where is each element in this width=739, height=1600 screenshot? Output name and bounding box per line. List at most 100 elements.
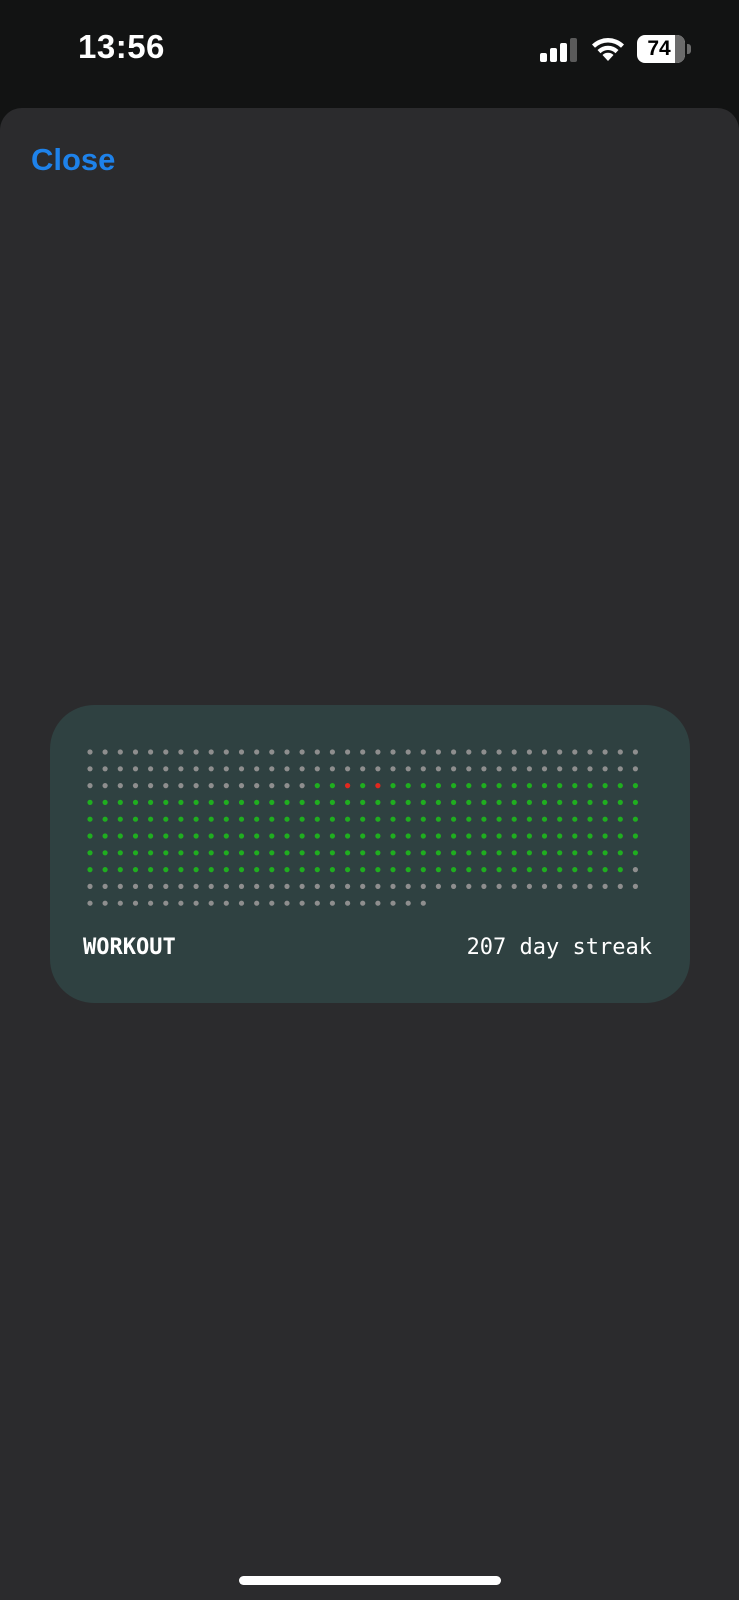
day-dot-inactive xyxy=(526,766,532,772)
day-dot-inactive xyxy=(481,749,487,755)
day-dot-inactive xyxy=(193,766,199,772)
day-dot-done xyxy=(102,833,108,839)
day-dot-done xyxy=(102,867,108,873)
day-dot-done xyxy=(269,799,275,805)
day-dot-inactive xyxy=(254,766,260,772)
day-dot-done xyxy=(587,783,593,789)
day-dot-inactive xyxy=(102,766,108,772)
day-dot-inactive xyxy=(466,766,472,772)
day-dot-done xyxy=(435,850,441,856)
day-dot-done xyxy=(390,799,396,805)
day-dot-done xyxy=(117,833,123,839)
day-dot-inactive xyxy=(102,900,108,906)
day-dot-done xyxy=(496,799,502,805)
day-dot-done xyxy=(526,799,532,805)
day-dot-done xyxy=(148,867,154,873)
day-dot-done xyxy=(269,833,275,839)
day-dot-inactive xyxy=(572,749,578,755)
day-dot-inactive xyxy=(132,783,139,789)
day-dot-done xyxy=(178,833,184,839)
day-dot-inactive xyxy=(284,900,290,906)
day-dot-done xyxy=(557,850,563,856)
day-dot-done xyxy=(178,799,184,805)
day-dot-done xyxy=(632,850,639,856)
day-dot-done xyxy=(405,867,411,873)
day-dot-done xyxy=(102,816,108,822)
day-dot-inactive xyxy=(541,883,548,889)
day-dot-done xyxy=(511,867,517,873)
day-dot-done xyxy=(329,867,335,873)
day-dot-done xyxy=(299,867,305,873)
day-dot-done xyxy=(360,833,366,839)
day-dot-done xyxy=(345,816,351,822)
day-dot-inactive xyxy=(345,766,351,772)
day-dot-done xyxy=(254,850,260,856)
day-dot-inactive xyxy=(193,883,199,889)
day-dot-inactive xyxy=(390,749,396,755)
day-dot-inactive xyxy=(345,749,351,755)
day-dot-done xyxy=(148,799,154,805)
day-dot-done xyxy=(163,850,169,856)
day-dot-done xyxy=(557,833,563,839)
day-dot-done xyxy=(451,783,457,789)
day-dot-inactive xyxy=(557,766,563,772)
day-dot-inactive xyxy=(329,900,335,906)
day-dot-inactive xyxy=(193,783,199,789)
workout-widget-card[interactable]: WORKOUT 207 day streak xyxy=(50,705,690,1003)
battery-body: 74 xyxy=(637,35,685,63)
day-dot-done xyxy=(632,833,639,839)
day-dot-done xyxy=(451,867,457,873)
day-dot-done xyxy=(345,850,351,856)
day-dot-done xyxy=(314,833,320,839)
day-dot-done xyxy=(481,783,487,789)
day-dot-done xyxy=(284,816,290,822)
day-dot-inactive xyxy=(163,766,169,772)
day-dot-done xyxy=(511,783,517,789)
day-dot-done xyxy=(208,816,214,822)
day-dot-done xyxy=(117,816,123,822)
day-dot-inactive xyxy=(238,900,245,906)
day-dot-done xyxy=(87,867,93,873)
day-dot-done xyxy=(526,816,532,822)
day-dot-done xyxy=(148,833,154,839)
day-dot-done xyxy=(541,850,548,856)
day-dot-inactive xyxy=(572,883,578,889)
modal-sheet: Close WORKOUT 207 day streak xyxy=(0,108,739,1600)
day-dot-inactive xyxy=(178,883,184,889)
day-dot-done xyxy=(375,833,381,839)
day-dot-inactive xyxy=(148,883,154,889)
day-dot-inactive xyxy=(238,783,245,789)
day-dot-done xyxy=(466,783,472,789)
day-dot-done xyxy=(132,850,139,856)
day-dot-done xyxy=(496,833,502,839)
day-dot-inactive xyxy=(420,883,426,889)
day-dot-done xyxy=(435,783,441,789)
day-dot-done xyxy=(390,850,396,856)
day-dot-done xyxy=(541,816,548,822)
day-dot-done xyxy=(360,850,366,856)
day-dot-done xyxy=(602,850,608,856)
day-dot-inactive xyxy=(223,783,229,789)
day-dot-inactive xyxy=(511,883,517,889)
day-dot-done xyxy=(163,867,169,873)
day-dot-inactive xyxy=(602,749,608,755)
home-indicator[interactable] xyxy=(239,1576,501,1585)
day-dot-inactive xyxy=(375,900,381,906)
day-dot-done xyxy=(178,867,184,873)
day-dot-done xyxy=(284,867,290,873)
day-dot-done xyxy=(617,799,623,805)
day-dot-done xyxy=(329,816,335,822)
day-dot-done xyxy=(269,850,275,856)
day-dot-done xyxy=(526,833,532,839)
day-dot-inactive xyxy=(163,900,169,906)
day-dot-inactive xyxy=(284,783,290,789)
day-dot-done xyxy=(329,783,335,789)
day-dot-done xyxy=(481,833,487,839)
day-dot-done xyxy=(602,833,608,839)
close-button[interactable]: Close xyxy=(31,142,115,178)
day-dot-done xyxy=(511,816,517,822)
day-dot-inactive xyxy=(269,766,275,772)
day-dot-inactive xyxy=(375,766,381,772)
day-dot-inactive xyxy=(632,883,639,889)
day-dot-inactive xyxy=(435,883,441,889)
